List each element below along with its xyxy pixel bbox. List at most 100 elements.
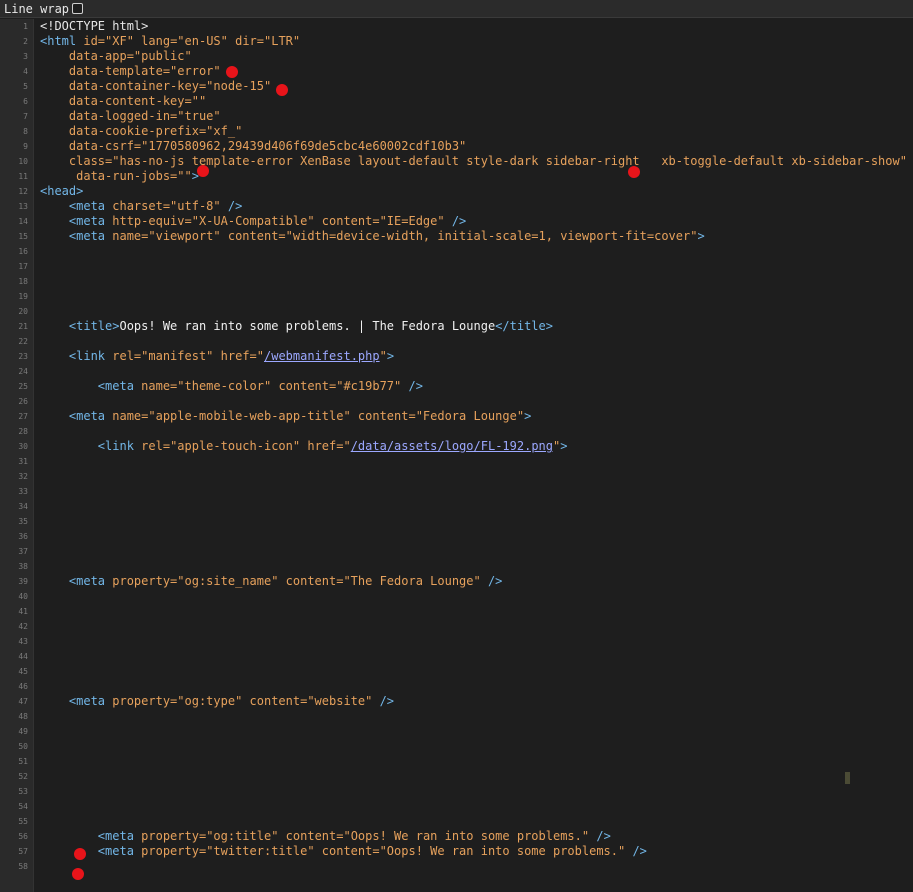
- code-token: class=: [40, 154, 113, 168]
- line-number: 33: [18, 487, 28, 496]
- line-number: 14: [18, 217, 28, 226]
- line-text: <html id="XF" lang="en-US" dir="LTR": [40, 34, 300, 49]
- line-number: 25: [18, 382, 28, 391]
- line-number: 54: [18, 802, 28, 811]
- line-number: 39: [18, 577, 28, 586]
- code-token: />: [596, 829, 611, 843]
- line-wrap-checkbox[interactable]: [72, 3, 84, 14]
- code-token: <meta: [40, 409, 113, 423]
- line-text: data-cookie-prefix="xf_": [40, 124, 242, 139]
- code-token: name=: [112, 229, 149, 243]
- code-token: id=: [83, 34, 106, 48]
- code-line: 42: [0, 619, 913, 634]
- line-number: 30: [18, 442, 28, 451]
- line-number: 32: [18, 472, 28, 481]
- line-number: 38: [18, 562, 28, 571]
- code-token: content=: [249, 694, 308, 708]
- code-line: 6 data-content-key="": [0, 94, 913, 109]
- code-line: 32: [0, 469, 913, 484]
- line-number: 4: [23, 67, 28, 76]
- line-number: 47: [18, 697, 28, 706]
- line-number: 50: [18, 742, 28, 751]
- code-token: "og:title": [206, 829, 286, 843]
- code-line: 54: [0, 799, 913, 814]
- line-number: 53: [18, 787, 28, 796]
- code-line: 46: [0, 679, 913, 694]
- code-token: "manifest": [141, 349, 221, 363]
- line-text: <meta http-equiv="X-UA-Compatible" conte…: [40, 214, 466, 229]
- code-token: content=: [321, 214, 380, 228]
- source-link[interactable]: /webmanifest.php: [264, 349, 380, 363]
- line-text: <meta name="viewport" content="width=dev…: [40, 229, 705, 244]
- code-line: 45: [0, 664, 913, 679]
- code-token: ": [379, 349, 387, 363]
- code-token: ": [343, 439, 351, 453]
- code-token: name=: [141, 379, 178, 393]
- code-token: content=: [285, 574, 344, 588]
- code-token: <meta: [40, 844, 142, 858]
- code-line: 43: [0, 634, 913, 649]
- line-number: 37: [18, 547, 28, 556]
- line-number: 13: [18, 202, 28, 211]
- code-token: content=: [357, 409, 416, 423]
- line-number: 31: [18, 457, 28, 466]
- code-line: 24: [0, 364, 913, 379]
- code-line: 11 data-run-jobs="">: [0, 169, 913, 184]
- line-number: 10: [18, 157, 28, 166]
- code-token: >: [560, 439, 568, 453]
- code-token: data-cookie-prefix=: [40, 124, 207, 138]
- code-token: "apple-mobile-web-app-title": [148, 409, 358, 423]
- line-number: 36: [18, 532, 28, 541]
- annotation-dot: [197, 165, 209, 177]
- annotation-dot: [72, 868, 84, 880]
- code-token: "Oops! We ran into some problems.": [379, 844, 633, 858]
- code-token: "true": [177, 109, 221, 123]
- code-token: <meta: [40, 199, 113, 213]
- text-cursor: [845, 772, 850, 784]
- code-token: "1770580962,29439d406f69de5cbc4e60002cdf…: [141, 139, 467, 153]
- code-token: name=: [112, 409, 149, 423]
- line-text: <!DOCTYPE html>: [40, 19, 148, 34]
- code-token: "viewport": [148, 229, 228, 243]
- line-number: 48: [18, 712, 28, 721]
- code-line: 38: [0, 559, 913, 574]
- line-number: 27: [18, 412, 28, 421]
- code-token: <meta: [40, 694, 113, 708]
- line-text: data-app="public": [40, 49, 192, 64]
- source-view[interactable]: 1 <!DOCTYPE html> 2 <html id="XF" lang="en-…: [0, 19, 913, 892]
- line-number: 21: [18, 322, 28, 331]
- code-line: 18: [0, 274, 913, 289]
- code-line: 16: [0, 244, 913, 259]
- line-number: 41: [18, 607, 28, 616]
- code-token: "": [191, 94, 207, 108]
- code-token: data-template=: [40, 64, 171, 78]
- line-text: <meta property="og:title" content="Oops!…: [40, 829, 611, 844]
- code-line: 1 <!DOCTYPE html>: [0, 19, 913, 34]
- code-token: "utf-8": [170, 199, 228, 213]
- code-token: "twitter:title": [206, 844, 322, 858]
- code-line: 34: [0, 499, 913, 514]
- code-line: 47 <meta property="og:type" content="web…: [0, 694, 913, 709]
- line-number: 56: [18, 832, 28, 841]
- code-line: 5 data-container-key="node-15": [0, 79, 913, 94]
- code-line: 4 data-template="error": [0, 64, 913, 79]
- code-line: 41: [0, 604, 913, 619]
- code-token: "#c19b77": [336, 379, 409, 393]
- code-token: "node-15": [206, 79, 272, 93]
- code-token: rel=: [112, 349, 142, 363]
- code-token: "apple-touch-icon": [170, 439, 308, 453]
- line-number: 42: [18, 622, 28, 631]
- code-token: "Oops! We ran into some problems.": [343, 829, 597, 843]
- line-number: 17: [18, 262, 28, 271]
- code-line: 21 <title>Oops! We ran into some problem…: [0, 319, 913, 334]
- code-token: >: [524, 409, 532, 423]
- code-token: <link: [40, 349, 113, 363]
- line-number: 1: [23, 22, 28, 31]
- code-line: 8 data-cookie-prefix="xf_": [0, 124, 913, 139]
- code-line: 3 data-app="public": [0, 49, 913, 64]
- line-number: 58: [18, 862, 28, 871]
- code-token: <meta: [40, 229, 113, 243]
- code-line: 36: [0, 529, 913, 544]
- line-number: 5: [23, 82, 28, 91]
- source-link[interactable]: /data/assets/logo/FL-192.png: [351, 439, 553, 453]
